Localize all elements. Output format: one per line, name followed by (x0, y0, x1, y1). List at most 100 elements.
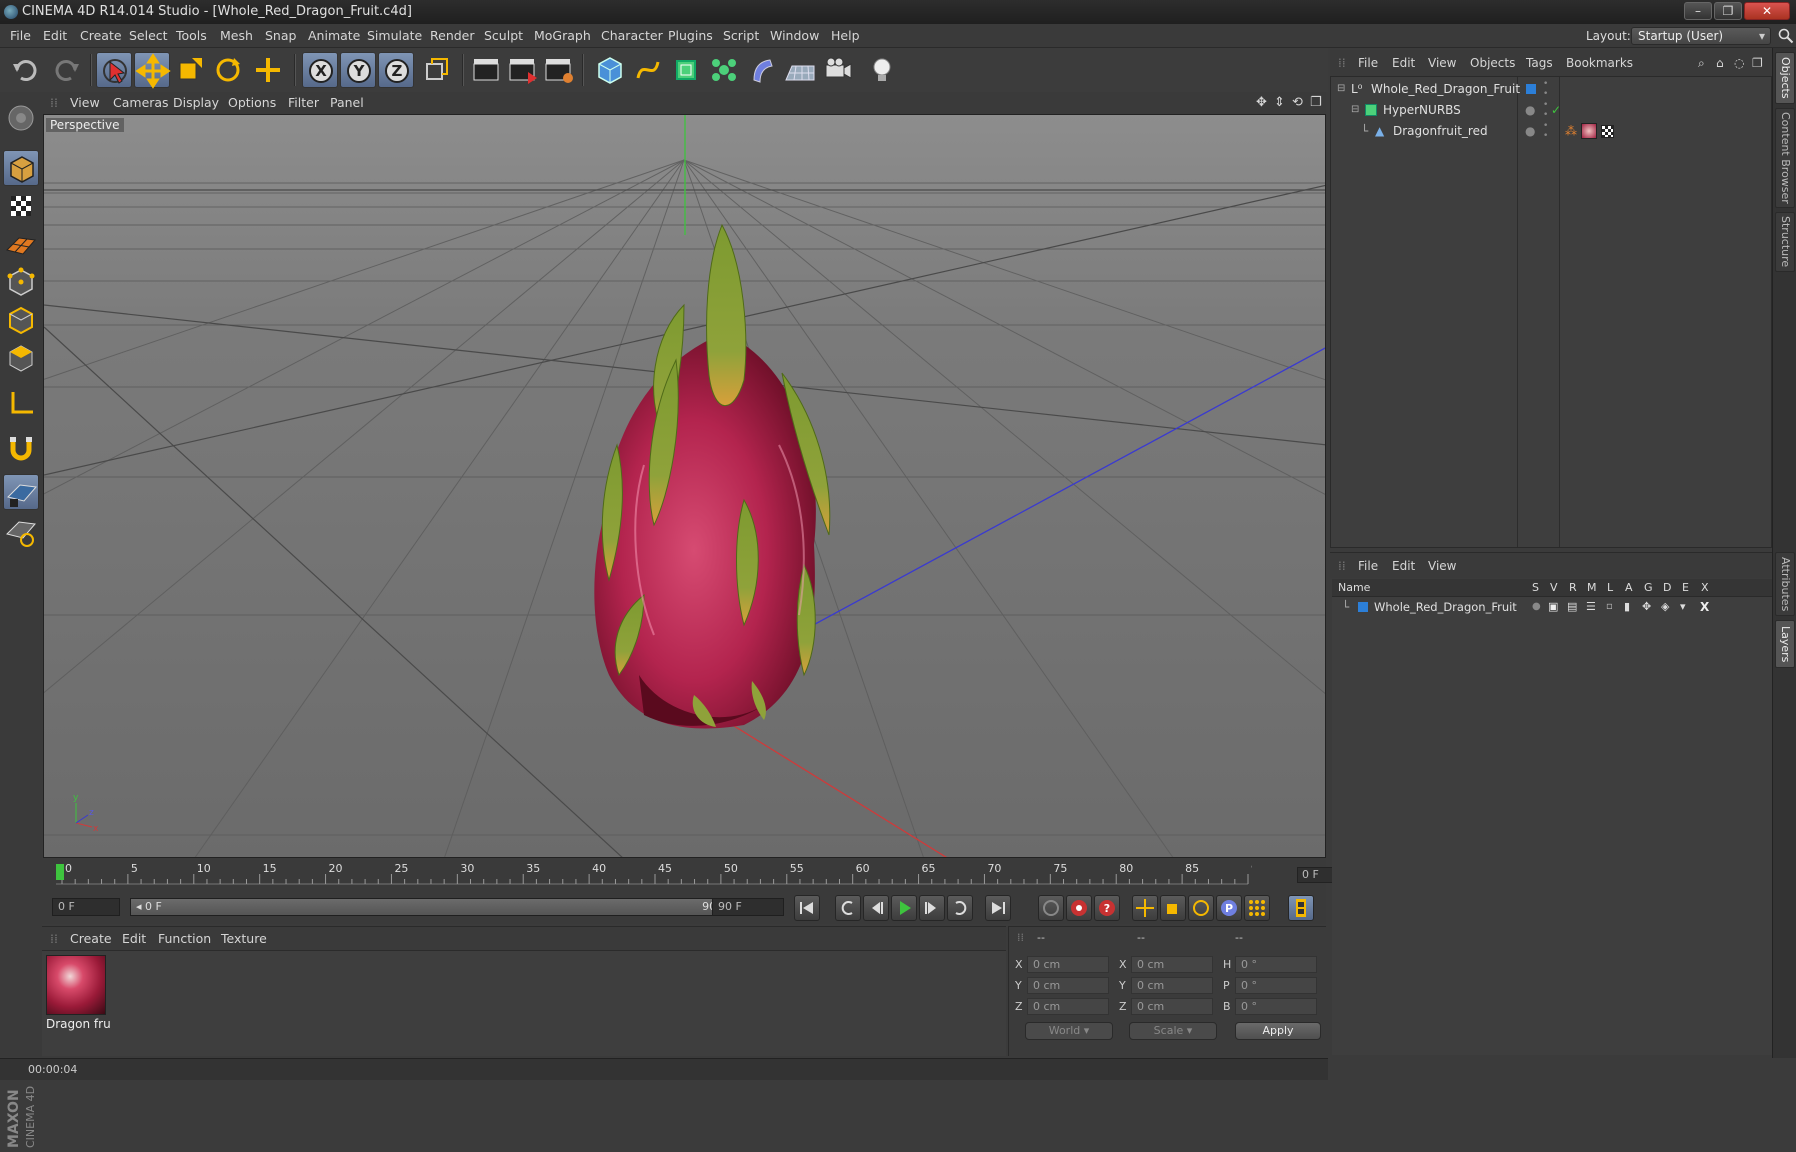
viewport-move-icon[interactable]: ✥ (1256, 92, 1267, 114)
generators-toggle-icon[interactable]: ✥ (1642, 597, 1651, 617)
camera-button[interactable] (820, 52, 856, 88)
autokeying-button[interactable] (1066, 895, 1092, 921)
layer-col-locked[interactable]: L (1607, 579, 1613, 597)
viewport-menu-options[interactable]: Options (228, 92, 276, 114)
render-view-button[interactable] (468, 52, 504, 88)
menu-select[interactable]: Select (129, 24, 168, 48)
viewport-menu-cameras[interactable]: Cameras (113, 92, 169, 114)
xref-toggle-icon[interactable]: X (1700, 597, 1709, 617)
z-axis-lock-button[interactable]: Z (378, 52, 414, 88)
rotation-key-button[interactable] (1188, 895, 1214, 921)
dragon-fruit-model[interactable] (594, 223, 831, 729)
deformer-button[interactable] (744, 52, 780, 88)
viewport-menu-filter[interactable]: Filter (288, 92, 319, 114)
menu-file[interactable]: File (10, 24, 31, 48)
menu-simulate[interactable]: Simulate (367, 24, 422, 48)
viewport-menu-panel[interactable]: Panel (330, 92, 364, 114)
material-menu-edit[interactable]: Edit (122, 927, 146, 951)
size-mode-select[interactable]: Scale ▾ (1129, 1022, 1217, 1040)
next-key-button[interactable] (947, 895, 973, 921)
tab-attributes[interactable]: Attributes (1775, 552, 1795, 616)
frame-ruler[interactable]: 0 5 10 15 20 25 30 35 40 45 50 55 60 65 70 75 80 85 90 (52, 860, 1252, 890)
object-menu-tags[interactable]: Tags (1526, 50, 1553, 76)
menu-edit[interactable]: Edit (43, 24, 67, 48)
pos-y-field[interactable]: 0 cm (1027, 977, 1109, 994)
axis-mode-button[interactable] (3, 384, 39, 420)
previous-key-button[interactable] (835, 895, 861, 921)
edges-mode-button[interactable] (3, 302, 39, 338)
object-menu-bookmarks[interactable]: Bookmarks (1566, 50, 1633, 76)
view-toggle-icon[interactable]: ▣ (1548, 597, 1558, 617)
coordinate-space-select[interactable]: World ▾ (1025, 1022, 1113, 1040)
menu-script[interactable]: Script (723, 24, 759, 48)
tab-structure[interactable]: Structure (1775, 212, 1795, 272)
scale-key-button[interactable] (1160, 895, 1186, 921)
layout-select[interactable]: Startup (User) (1631, 27, 1771, 45)
position-key-button[interactable] (1132, 895, 1158, 921)
viewport-menu-view[interactable]: View (70, 92, 100, 114)
viewport-zoom-icon[interactable]: ⇕ (1274, 92, 1285, 114)
layer-menu-view[interactable]: View (1428, 553, 1456, 579)
material-thumbnail[interactable] (46, 955, 106, 1015)
x-axis-lock-button[interactable]: X (302, 52, 338, 88)
frame-range-slider[interactable]: ◂ 0 F 90 F ▸ (130, 898, 742, 916)
layer-col-deformers[interactable]: D (1663, 579, 1671, 597)
material-menu-texture[interactable]: Texture (221, 927, 267, 951)
add-object-button[interactable] (250, 52, 286, 88)
object-new-window-icon[interactable]: ❐ (1752, 50, 1763, 76)
scale-tool-button[interactable] (172, 52, 208, 88)
rot-p-field[interactable]: 0 ° (1235, 977, 1317, 994)
move-tool-button[interactable] (134, 52, 171, 89)
layer-col-generators[interactable]: G (1644, 579, 1653, 597)
layer-col-manager[interactable]: M (1587, 579, 1597, 597)
layer-menu-file[interactable]: File (1358, 553, 1378, 579)
uvw-tag-icon[interactable] (1601, 125, 1614, 138)
pos-x-field[interactable]: 0 cm (1027, 956, 1109, 973)
go-to-start-button[interactable] (794, 895, 820, 921)
viewport-menu-display[interactable]: Display (173, 92, 219, 114)
menu-window[interactable]: Window (770, 24, 819, 48)
minimize-button[interactable]: – (1684, 2, 1712, 20)
locked-workplane-button[interactable] (3, 474, 39, 510)
texture-mode-button[interactable] (3, 188, 39, 224)
floor-button[interactable] (782, 52, 818, 88)
visibility-dots-icon[interactable]: • • (1543, 121, 1548, 141)
layer-color-swatch[interactable] (1526, 84, 1536, 94)
undo-button[interactable] (8, 52, 44, 88)
layer-color-swatch[interactable] (1358, 602, 1368, 612)
rot-b-field[interactable]: 0 ° (1235, 998, 1317, 1015)
menu-help[interactable]: Help (831, 24, 860, 48)
parameter-key-button[interactable]: P (1216, 895, 1242, 921)
object-row-whole-red-dragon-fruit[interactable]: ⊟ L⁰ Whole_Red_Dragon_Fruit • • (1331, 79, 1771, 99)
render-toggle-icon[interactable]: ▤ (1567, 597, 1577, 617)
polygons-mode-button[interactable] (3, 340, 39, 376)
deformers-toggle-icon[interactable]: ◈ (1661, 597, 1669, 617)
make-editable-button[interactable] (3, 100, 39, 136)
layer-row-whole-red-dragon-fruit[interactable]: └ Whole_Red_Dragon_Fruit ● ▣ ▤ ☰ ▫ ▮ ✥ ◈… (1332, 597, 1772, 617)
layer-col-solo[interactable]: S (1532, 579, 1539, 597)
rot-h-field[interactable]: 0 ° (1235, 956, 1317, 973)
layer-col-xref[interactable]: X (1701, 579, 1709, 597)
layer-col-view[interactable]: V (1550, 579, 1558, 597)
point-level-key-button[interactable] (1244, 895, 1270, 921)
render-picture-viewer-button[interactable] (504, 52, 540, 88)
nurbs-button[interactable] (668, 52, 704, 88)
material-name[interactable]: Dragon fru (46, 1017, 110, 1031)
object-up-icon[interactable]: ◌ (1734, 50, 1744, 76)
search-icon[interactable] (1778, 28, 1794, 44)
lock-toggle-icon[interactable]: ▫ (1606, 597, 1613, 617)
coordinate-system-button[interactable] (418, 52, 454, 88)
spline-button[interactable] (630, 52, 666, 88)
object-home-icon[interactable]: ⌂ (1716, 50, 1724, 76)
size-y-field[interactable]: 0 cm (1131, 977, 1213, 994)
visibility-dots-icon[interactable]: • • (1543, 100, 1548, 120)
size-x-field[interactable]: 0 cm (1131, 956, 1213, 973)
layer-menu-edit[interactable]: Edit (1392, 553, 1415, 579)
end-frame-field[interactable]: 90 F (712, 898, 784, 916)
object-row-dragonfruit-red[interactable]: └ ▲ Dragonfruit_red ● • • ⁂ (1331, 121, 1771, 141)
menu-snap[interactable]: Snap (265, 24, 296, 48)
array-button[interactable] (706, 52, 742, 88)
manager-toggle-icon[interactable]: ☰ (1586, 597, 1596, 617)
tab-objects[interactable]: Objects (1775, 52, 1795, 104)
size-z-field[interactable]: 0 cm (1131, 998, 1213, 1015)
